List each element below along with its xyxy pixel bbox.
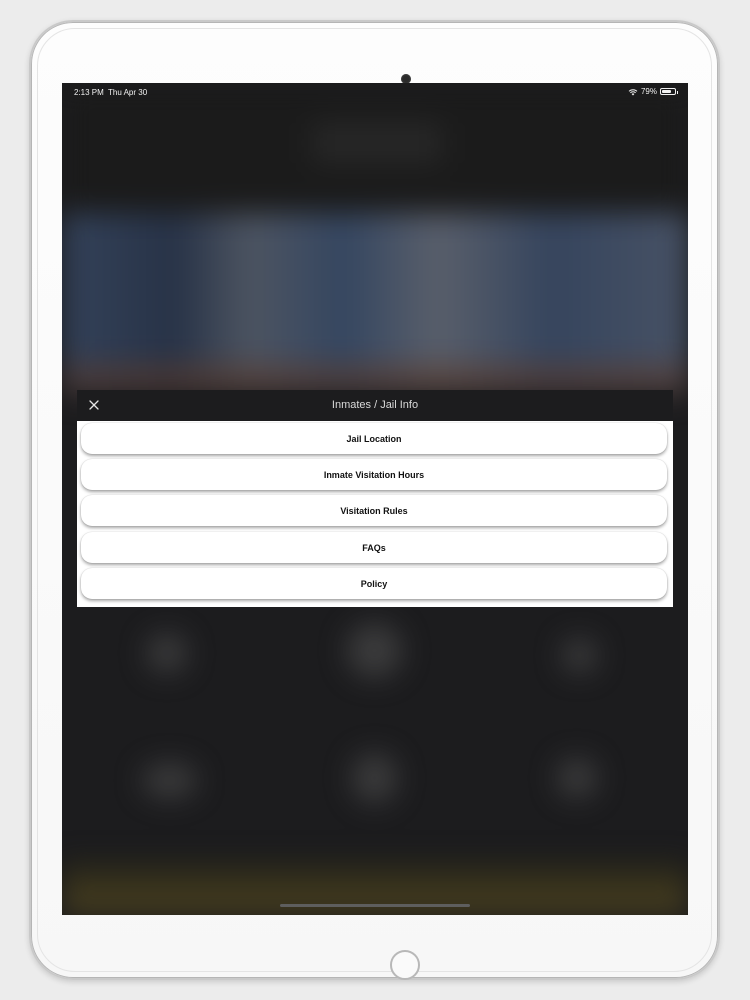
background-banner-strip <box>62 363 688 393</box>
home-button[interactable] <box>390 950 420 980</box>
modal-menu-list: Jail Location Inmate Visitation Hours Vi… <box>77 421 673 607</box>
battery-percentage: 79% <box>640 87 657 96</box>
device-screen: 2:13 PM Thu Apr 30 79% Inmates / Jail In… <box>62 83 688 915</box>
background-logo <box>312 123 442 163</box>
modal-title: Inmates / Jail Info <box>331 399 419 411</box>
menu-item-policy[interactable]: Policy <box>81 568 667 599</box>
menu-item-jail-location[interactable]: Jail Location <box>81 423 667 454</box>
background-tile-icon <box>557 758 597 798</box>
background-tile-icon <box>347 623 402 678</box>
background-footer <box>62 863 688 915</box>
menu-item-inmate-visitation-hours[interactable]: Inmate Visitation Hours <box>81 459 667 490</box>
status-bar: 2:13 PM Thu Apr 30 79% <box>62 83 688 101</box>
battery-icon <box>660 88 678 95</box>
battery-terminal <box>677 91 678 94</box>
background-tile-icon <box>352 753 397 803</box>
status-date: Thu Apr 30 <box>108 88 148 97</box>
modal-header: Inmates / Jail Info <box>77 390 673 421</box>
background-tile-icon <box>147 633 187 673</box>
status-time: 2:13 PM <box>74 88 104 97</box>
background-tile-icon <box>142 763 197 798</box>
home-indicator[interactable] <box>280 904 470 907</box>
battery-level-fill <box>662 90 672 93</box>
menu-item-visitation-rules[interactable]: Visitation Rules <box>81 495 667 526</box>
wifi-icon <box>628 88 638 95</box>
background-tile-icon <box>562 638 597 673</box>
status-indicators: 79% <box>628 87 678 96</box>
menu-item-faqs[interactable]: FAQs <box>81 532 667 563</box>
